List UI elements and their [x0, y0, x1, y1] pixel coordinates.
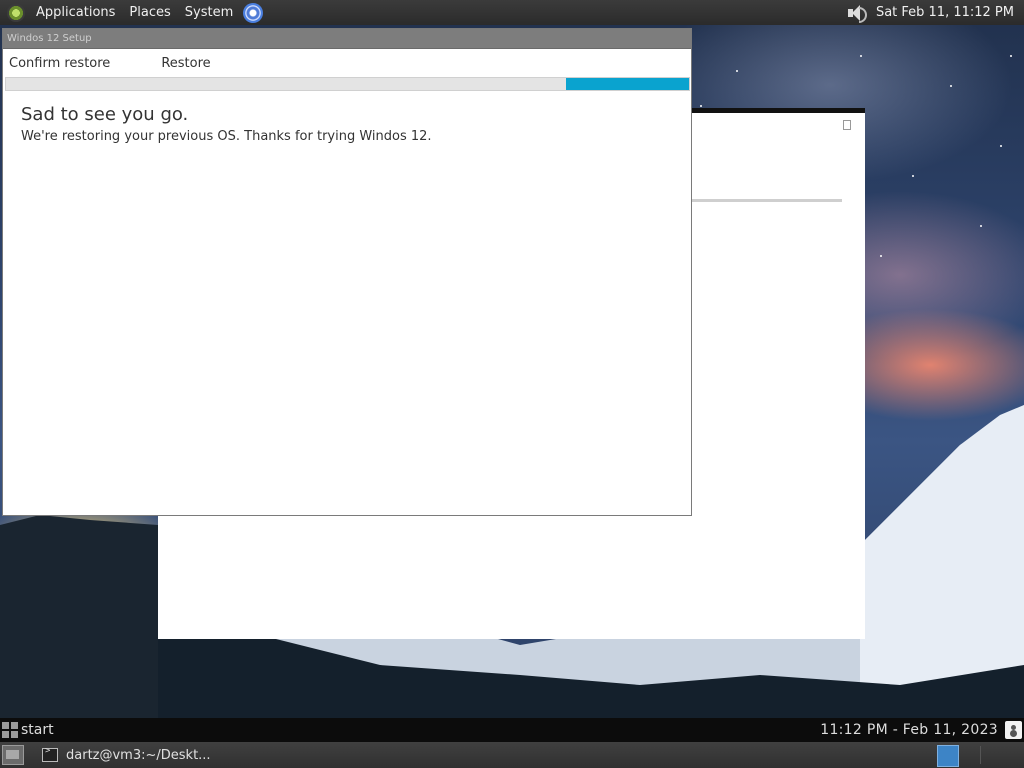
- chrome-icon[interactable]: [243, 2, 264, 23]
- user-icon[interactable]: [1005, 721, 1022, 739]
- terminal-icon: [42, 746, 58, 762]
- star-decoration: [1000, 145, 1002, 147]
- start-bar: start 11:12 PM - Feb 11, 2023: [0, 718, 1024, 742]
- speaker-icon[interactable]: [846, 4, 867, 23]
- star-decoration: [980, 225, 982, 227]
- star-decoration: [736, 70, 738, 72]
- setup-window: Windos 12 Setup Confirm restore Restore …: [2, 28, 692, 516]
- menu-system[interactable]: System: [178, 5, 240, 20]
- menu-applications[interactable]: Applications: [29, 5, 122, 20]
- step-restore: Restore: [161, 55, 211, 71]
- window-control-icon[interactable]: [843, 120, 851, 130]
- start-icon[interactable]: [2, 722, 18, 738]
- background-progress-bar: [690, 199, 842, 202]
- window-title: Windos 12 Setup: [7, 33, 92, 44]
- show-desktop-icon[interactable]: [2, 745, 24, 765]
- taskbar-clock: 11:12 PM - Feb 11, 2023: [820, 722, 998, 738]
- top-panel: Applications Places System Sat Feb 11, 1…: [0, 0, 1024, 25]
- restore-message: We're restoring your previous OS. Thanks…: [21, 129, 432, 144]
- star-decoration: [912, 175, 914, 177]
- headline: Sad to see you go.: [21, 104, 189, 125]
- step-confirm-restore: Confirm restore: [9, 55, 111, 71]
- progress-fill: [566, 78, 689, 90]
- setup-content: Sad to see you go. We're restoring your …: [3, 91, 691, 157]
- star-decoration: [950, 85, 952, 87]
- distro-logo-icon[interactable]: [7, 3, 25, 22]
- progress-bar: [5, 77, 690, 91]
- separator: [980, 746, 981, 764]
- task-terminal-label: dartz@vm3:~/Deskt...: [66, 747, 211, 763]
- start-button[interactable]: start: [21, 722, 54, 738]
- window-list-bar: dartz@vm3:~/Deskt...: [0, 742, 1024, 768]
- star-decoration: [1010, 55, 1012, 57]
- task-terminal[interactable]: dartz@vm3:~/Deskt...: [42, 746, 211, 763]
- star-decoration: [880, 255, 882, 257]
- setup-steps: Confirm restore Restore: [3, 49, 691, 77]
- panel-clock[interactable]: Sat Feb 11, 11:12 PM: [876, 5, 1014, 20]
- window-title-bar[interactable]: Windos 12 Setup: [3, 29, 691, 49]
- workspace-icon[interactable]: [937, 745, 959, 767]
- star-decoration: [700, 105, 702, 107]
- menu-places[interactable]: Places: [122, 5, 177, 20]
- star-decoration: [860, 55, 862, 57]
